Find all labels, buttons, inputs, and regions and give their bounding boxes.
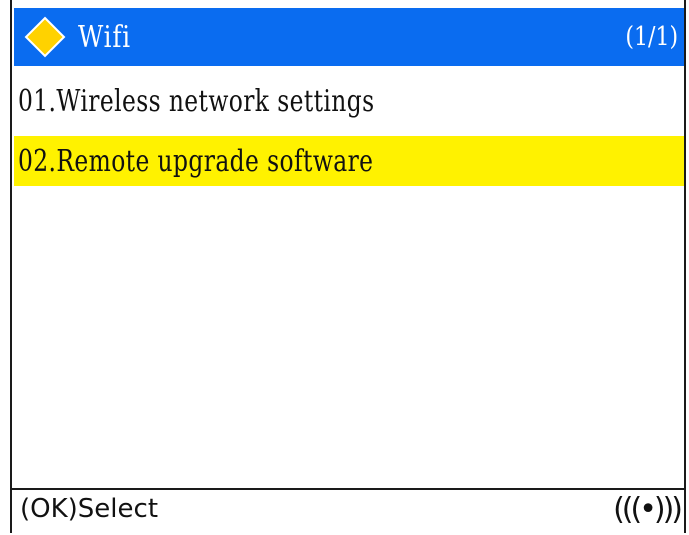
device-screen: Wifi (1/1) 01.Wireless network settings … — [10, 0, 686, 535]
ok-select-hint: (OK)Select — [20, 494, 159, 524]
page-title: Wifi — [78, 19, 131, 55]
menu-list: 01.Wireless network settings 02.Remote u… — [14, 76, 684, 196]
menu-item-remote-upgrade-software[interactable]: 02.Remote upgrade software — [14, 136, 684, 186]
menu-item-label: 01.Wireless network settings — [18, 83, 375, 119]
status-bar: (OK)Select (((•))) — [12, 488, 684, 535]
menu-item-label: 02.Remote upgrade software — [18, 143, 374, 179]
page-indicator: (1/1) — [625, 22, 678, 52]
diamond-icon — [22, 14, 68, 60]
menu-item-wireless-network-settings[interactable]: 01.Wireless network settings — [14, 76, 684, 126]
wireless-signal-icon: (((•))) — [613, 492, 683, 527]
title-bar: Wifi (1/1) — [14, 8, 684, 66]
